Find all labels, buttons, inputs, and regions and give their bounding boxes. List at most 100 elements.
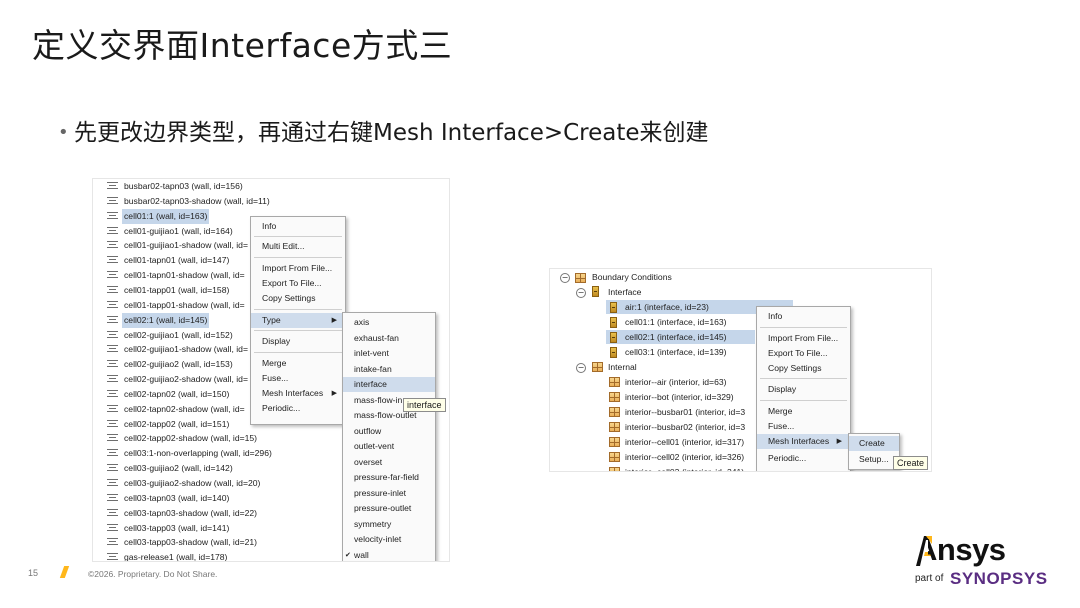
menu-item-import-from-file[interactable]: Import From File... — [251, 261, 345, 276]
boundary-list-item-label: cell03-tapn03 (wall, id=140) — [124, 492, 230, 503]
ansys-wordmark-text: Ansys — [928, 532, 1006, 567]
type-option[interactable]: symmetry — [343, 517, 435, 532]
tree-group-internal[interactable]: Internal — [608, 360, 637, 375]
tree-item-interface[interactable]: air:1 (interface, id=23) — [625, 300, 709, 315]
menu-item-display[interactable]: Display — [757, 382, 850, 397]
menu-item-periodic[interactable]: Periodic... — [757, 451, 850, 466]
tree-item-interior[interactable]: interior--busbar02 (interior, id=3 — [625, 420, 745, 435]
boundary-list-item-label: cell03-tapn03-shadow (wall, id=22) — [124, 507, 258, 518]
type-option[interactable]: outlet-vent — [343, 439, 435, 454]
right-boundary-tree-screenshot: − Boundary Conditions − Interface air:1 … — [549, 268, 932, 472]
collapse-icon[interactable]: − — [576, 363, 586, 373]
menu-item-type-label: Type — [262, 315, 281, 325]
wall-icon — [107, 553, 118, 561]
boundary-list-item[interactable]: busbar02-tapn03 (wall, id=156) — [93, 179, 449, 194]
boundary-list-item[interactable]: busbar02-tapn03-shadow (wall, id=11) — [93, 194, 449, 209]
menu-item-fuse[interactable]: Fuse... — [251, 371, 345, 386]
submenu-arrow-icon: ▶ — [331, 390, 337, 397]
wall-icon — [107, 538, 118, 547]
menu-item-display[interactable]: Display — [251, 334, 345, 349]
type-option-label: wall — [354, 549, 369, 560]
type-option[interactable]: intake-fan — [343, 362, 435, 377]
interior-icon — [609, 392, 620, 402]
menu-item-info[interactable]: Info — [251, 219, 345, 234]
type-option[interactable]: ✔ wall — [343, 548, 435, 562]
menu-separator — [254, 352, 342, 353]
type-option[interactable]: interface — [343, 377, 435, 392]
accent-slash — [59, 566, 70, 578]
left-context-menu: Info Multi Edit... Import From File... E… — [250, 216, 346, 425]
boundary-list-item-label: cell03-tapp03 (wall, id=141) — [124, 522, 230, 533]
wall-icon — [107, 196, 118, 206]
menu-item-export-to-file[interactable]: Export To File... — [757, 346, 850, 361]
type-option[interactable]: inlet-vent — [343, 346, 435, 361]
type-option[interactable]: outflow — [343, 424, 435, 439]
tree-item-interior[interactable]: interior--cell02 (interior, id=326) — [625, 450, 744, 465]
menu-item-info[interactable]: Info — [757, 309, 850, 324]
wall-icon — [107, 389, 118, 399]
menu-item-setup[interactable]: Setup... — [849, 452, 899, 467]
menu-item-import-from-file[interactable]: Import From File... — [757, 331, 850, 346]
menu-item-periodic[interactable]: Periodic... — [251, 401, 345, 416]
submenu-arrow-icon: ▶ — [331, 317, 337, 324]
interior-icon — [609, 452, 620, 462]
menu-item-merge[interactable]: Merge — [251, 356, 345, 371]
tree-group-interface[interactable]: Interface — [608, 285, 641, 300]
type-option-label: exhaust-fan — [354, 332, 399, 343]
interface-icon — [610, 347, 617, 358]
collapse-icon[interactable]: − — [576, 288, 586, 298]
type-option[interactable]: axis — [343, 315, 435, 330]
type-option-label: mass-flow-in — [354, 394, 403, 405]
menu-item-copy-settings[interactable]: Copy Settings — [251, 291, 345, 306]
menu-item-create[interactable]: Create — [849, 436, 899, 451]
tree-item-interface[interactable]: cell02:1 (interface, id=145) — [625, 330, 727, 345]
wall-icon — [107, 300, 118, 310]
tree-item-interior[interactable]: interior--air (interior, id=63) — [625, 375, 727, 390]
type-option[interactable]: velocity-inlet — [343, 532, 435, 547]
tree-item-interior[interactable]: interior--bot (interior, id=329) — [625, 390, 734, 405]
type-option-label: pressure-inlet — [354, 487, 407, 498]
left-boundary-list-screenshot: busbar02-tapn03 (wall, id=156) busbar02-t… — [92, 178, 450, 562]
type-option[interactable]: overset — [343, 455, 435, 470]
menu-item-mesh-interfaces[interactable]: Mesh Interfaces ▶ — [757, 434, 850, 449]
grid-icon — [592, 362, 603, 372]
collapse-icon[interactable]: − — [560, 273, 570, 283]
boundary-list-item-label: cell02-tapn02-shadow (wall, id= — [124, 403, 245, 414]
menu-separator — [254, 257, 342, 258]
interior-icon — [609, 467, 620, 471]
interior-icon — [609, 407, 620, 417]
menu-separator — [760, 400, 847, 401]
tree-root-boundary-conditions[interactable]: Boundary Conditions — [592, 270, 672, 285]
type-option-label: velocity-inlet — [354, 534, 402, 544]
menu-separator — [254, 309, 342, 310]
tree-item-interior[interactable]: interior--busbar01 (interior, id=3 — [625, 405, 745, 420]
menu-item-multi-edit[interactable]: Multi Edit... — [251, 239, 345, 254]
type-option[interactable]: exhaust-fan — [343, 331, 435, 346]
menu-item-merge[interactable]: Merge — [757, 404, 850, 419]
submenu-arrow-icon: ▶ — [836, 438, 842, 445]
tree-item-interface[interactable]: cell01:1 (interface, id=163) — [625, 315, 727, 330]
wall-icon — [107, 419, 118, 429]
interior-icon — [609, 377, 620, 387]
wall-icon — [107, 241, 118, 250]
menu-item-type[interactable]: Type ▶ — [251, 313, 345, 328]
boundary-list-item-label: cell02-guijiao2-shadow (wall, id= — [124, 374, 248, 385]
menu-item-mesh-interfaces[interactable]: Mesh Interfaces ▶ — [251, 386, 345, 401]
menu-item-export-to-file[interactable]: Export To File... — [251, 276, 345, 291]
type-option[interactable]: pressure-outlet — [343, 501, 435, 516]
interior-icon — [609, 437, 620, 447]
type-option[interactable]: pressure-inlet — [343, 486, 435, 501]
type-option-label: pressure-outlet — [354, 503, 412, 513]
boundary-list-item-label: cell03-tapp03-shadow (wall, id=21) — [124, 537, 258, 548]
tree-item-interface[interactable]: cell03:1 (interface, id=139) — [625, 345, 727, 360]
interface-icon — [592, 286, 599, 297]
tree-item-interior[interactable]: interior--cell03 (interior, id=341) — [625, 465, 744, 471]
tree-item-interior[interactable]: interior--cell01 (interior, id=317) — [625, 435, 744, 450]
wall-icon — [107, 479, 118, 488]
boundary-list-item-label: cell01-tapn01-shadow (wall, id= — [124, 270, 245, 281]
menu-separator — [760, 378, 847, 379]
menu-item-copy-settings[interactable]: Copy Settings — [757, 361, 850, 376]
type-option[interactable]: pressure-far-field — [343, 470, 435, 485]
boundary-list-item-label: busbar02-tapn03 (wall, id=156) — [124, 181, 243, 191]
menu-item-fuse[interactable]: Fuse... — [757, 419, 850, 434]
